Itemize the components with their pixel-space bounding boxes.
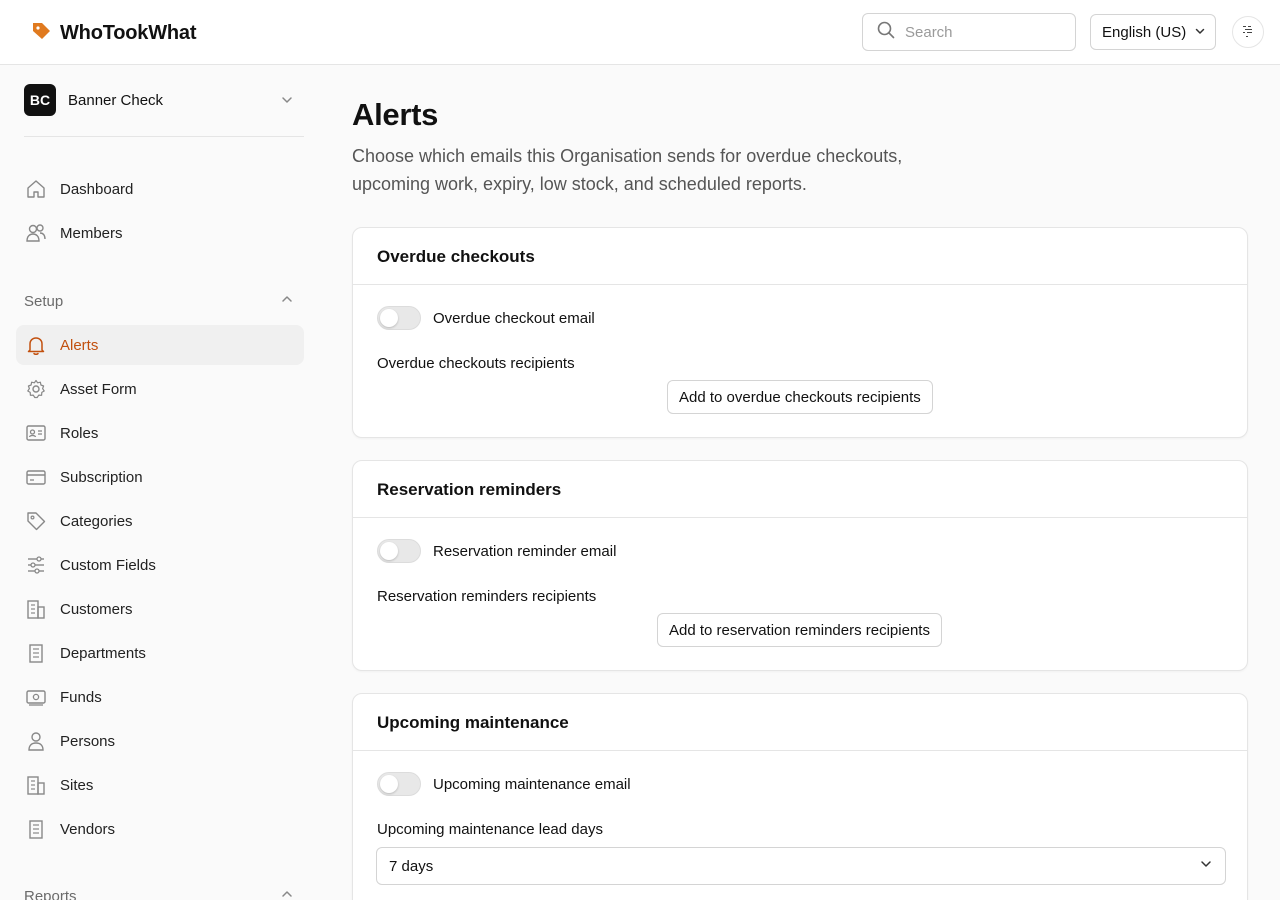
reservation-email-toggle[interactable] <box>377 539 421 563</box>
lead-days-select[interactable]: 7 days <box>376 847 1226 885</box>
sidebar-item-custom-fields[interactable]: Custom Fields <box>16 545 304 585</box>
chevron-down-icon <box>1194 24 1206 41</box>
overdue-email-toggle[interactable] <box>377 306 421 330</box>
language-value: English (US) <box>1102 23 1187 41</box>
users-icon <box>24 221 48 245</box>
sidebar-item-label: Alerts <box>60 336 99 354</box>
sidebar-item-roles[interactable]: Roles <box>16 413 304 453</box>
maintenance-email-toggle[interactable] <box>377 772 421 796</box>
person-icon <box>24 729 48 753</box>
toggle-label: Overdue checkout email <box>433 309 595 327</box>
sidebar-item-subscription[interactable]: Subscription <box>16 457 304 497</box>
add-reservation-recipients-button[interactable]: Add to reservation reminders recipients <box>657 613 942 647</box>
field-label: Overdue checkouts recipients <box>377 355 575 372</box>
building-icon <box>24 773 48 797</box>
sidebar-item-label: Categories <box>60 512 133 530</box>
tag-icon <box>24 509 48 533</box>
user-avatar[interactable] <box>1232 16 1264 48</box>
home-icon <box>24 177 48 201</box>
search-box[interactable] <box>862 13 1076 51</box>
chevron-down-icon <box>1199 857 1213 875</box>
gear-icon <box>24 377 48 401</box>
search-icon <box>877 21 895 44</box>
sidebar-item-members[interactable]: Members <box>16 213 304 253</box>
sidebar-item-customers[interactable]: Customers <box>16 589 304 629</box>
sidebar: BC Banner Check Dashboard Members Setup … <box>0 65 320 900</box>
sidebar-item-alerts[interactable]: Alerts <box>16 325 304 365</box>
id-card-icon <box>24 421 48 445</box>
chevron-up-icon <box>280 292 294 310</box>
language-select[interactable]: English (US) <box>1090 14 1216 50</box>
bell-icon <box>24 333 48 357</box>
avatar-image <box>1243 26 1252 37</box>
toggle-label: Reservation reminder email <box>433 542 617 560</box>
chevron-up-icon <box>280 887 294 900</box>
search-input[interactable] <box>905 23 1055 41</box>
toggle-row: Reservation reminder email <box>377 539 616 563</box>
card-upcoming-maintenance: Upcoming maintenance Upcoming maintenanc… <box>352 693 1248 900</box>
card-title: Reservation reminders <box>353 461 1247 518</box>
section-setup[interactable]: Setup <box>24 292 304 310</box>
sidebar-item-label: Departments <box>60 644 146 662</box>
sidebar-item-dashboard[interactable]: Dashboard <box>16 169 304 209</box>
logo-icon <box>30 20 52 47</box>
sidebar-item-label: Roles <box>60 424 99 442</box>
app-logo[interactable]: WhoTookWhat <box>30 20 196 47</box>
card-reservation-reminders: Reservation reminders Reservation remind… <box>352 460 1248 671</box>
sidebar-item-label: Customers <box>60 600 133 618</box>
toggle-label: Upcoming maintenance email <box>433 775 631 793</box>
sidebar-item-persons[interactable]: Persons <box>16 721 304 761</box>
app-name: WhoTookWhat <box>60 22 197 44</box>
field-label: Upcoming maintenance lead days <box>377 821 603 838</box>
sidebar-item-label: Custom Fields <box>60 556 156 574</box>
banknote-icon <box>24 685 48 709</box>
sidebar-item-label: Sites <box>60 776 94 794</box>
toggle-row: Upcoming maintenance email <box>377 772 631 796</box>
sidebar-item-label: Persons <box>60 732 116 750</box>
section-label: Setup <box>24 292 64 310</box>
chevron-down-icon <box>280 93 294 112</box>
page-title: Alerts <box>352 97 439 132</box>
toggle-row: Overdue checkout email <box>377 306 595 330</box>
sidebar-item-departments[interactable]: Departments <box>16 633 304 673</box>
sliders-icon <box>24 553 48 577</box>
select-value: 7 days <box>389 857 434 875</box>
card-title: Overdue checkouts <box>353 228 1247 285</box>
field-label: Reservation reminders recipients <box>377 588 597 605</box>
add-overdue-recipients-button[interactable]: Add to overdue checkouts recipients <box>667 380 933 414</box>
sidebar-item-label: Dashboard <box>60 180 134 198</box>
org-badge: BC <box>24 84 56 116</box>
sidebar-item-label: Asset Form <box>60 380 137 398</box>
card-overdue-checkouts: Overdue checkouts Overdue checkout email… <box>352 227 1248 438</box>
section-label: Reports <box>24 887 77 900</box>
sidebar-item-vendors[interactable]: Vendors <box>16 809 304 849</box>
sidebar-item-label: Vendors <box>60 820 116 838</box>
credit-card-icon <box>24 465 48 489</box>
sidebar-item-categories[interactable]: Categories <box>16 501 304 541</box>
org-switcher[interactable]: BC Banner Check <box>24 84 304 136</box>
divider <box>24 136 304 137</box>
sidebar-item-label: Funds <box>60 688 102 706</box>
sidebar-item-funds[interactable]: Funds <box>16 677 304 717</box>
org-name: Banner Check <box>68 92 164 109</box>
building-icon <box>24 817 48 841</box>
sidebar-item-asset-form[interactable]: Asset Form <box>16 369 304 409</box>
building-icon <box>24 597 48 621</box>
sidebar-item-label: Subscription <box>60 468 143 486</box>
building-icon <box>24 641 48 665</box>
section-reports[interactable]: Reports <box>24 887 304 900</box>
sidebar-item-sites[interactable]: Sites <box>16 765 304 805</box>
card-title: Upcoming maintenance <box>353 694 1247 751</box>
sidebar-item-label: Members <box>60 224 123 242</box>
page-subtitle: Choose which emails this Organisation se… <box>352 146 903 194</box>
top-bar: WhoTookWhat English (US) <box>0 0 1280 65</box>
